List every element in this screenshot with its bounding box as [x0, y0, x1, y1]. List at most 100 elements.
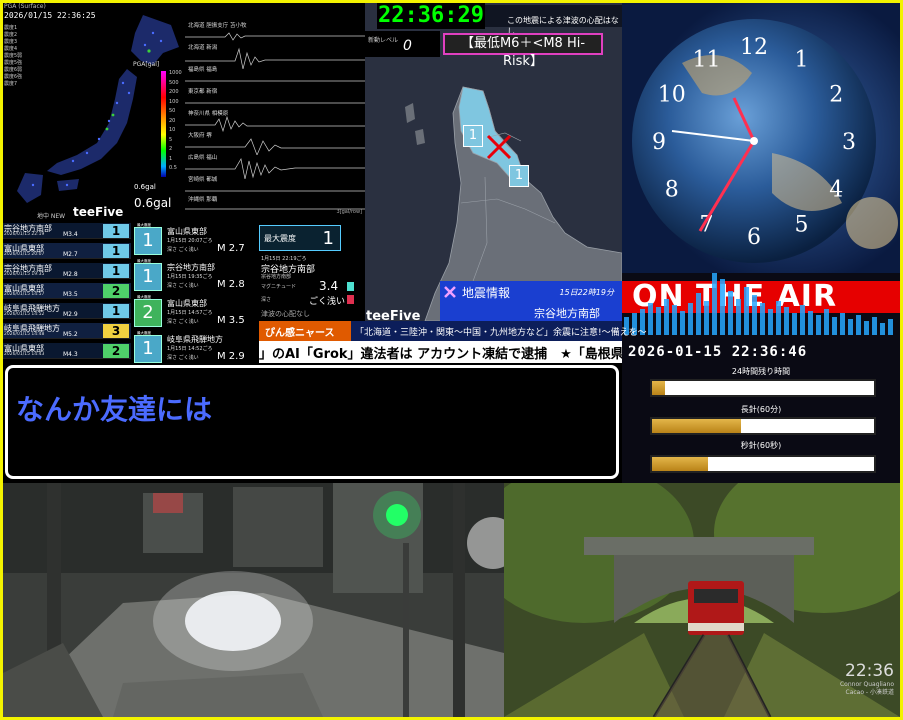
waveform-trace	[185, 102, 365, 104]
street-camera-feed	[3, 483, 504, 717]
quake-magnitude: M2.9	[63, 311, 78, 318]
quake-card-shindo-label: 最大震度	[137, 223, 151, 227]
max-shindo-box: 最大震度 1	[259, 225, 341, 251]
waveform-scale: 3[gal/row]	[336, 209, 363, 215]
subtitle-box: なんか友達には	[5, 365, 619, 479]
street-scene-image	[3, 483, 504, 717]
quake-shindo: 1	[103, 224, 129, 238]
quake-card-date: 1月15日 20:07ごろ	[167, 238, 213, 244]
max-shindo-label: 最大震度	[264, 234, 296, 243]
quake-info-title: 地震情報	[462, 286, 511, 300]
subtitle-text: なんか友達には	[16, 393, 213, 426]
audio-visualizer	[624, 273, 893, 335]
quake-card-shindo-label: 最大震度	[137, 331, 151, 335]
waveform-row: 北海道 新潟	[185, 43, 365, 69]
quake-date: 2026/01/15 14:57	[4, 292, 45, 297]
quake-card-area: 岐阜県飛騨地方	[167, 335, 223, 344]
quake-map-panel: 1 1 22:36:29 この地震による津波の心配はなし 新動レベル 0 【最低…	[365, 3, 622, 324]
quake-card: 1 最大震度 岐阜県飛騨地方 1月15日 14:52ごろ 深さ ごく浅い M 2.9	[131, 331, 259, 366]
stream-layout: PGA (Surface) 2026/01/15 22:36:25 震度1 震度…	[3, 3, 900, 717]
progress-fill	[652, 381, 666, 395]
pga-tick: 0.5	[169, 165, 177, 171]
info-x-icon	[444, 286, 456, 298]
quake-magnitude: M2.8	[63, 271, 78, 278]
on-air-panel: ON THE AIR 2026-01-15 22:36:46 24時間残り時間 …	[622, 273, 900, 483]
camera-caption: Connor Quagliano Cacao - 小湊鉄道	[840, 681, 894, 697]
max-shindo-value: 1	[322, 228, 334, 249]
clock-number: 9	[652, 130, 666, 155]
quake-info-box: 地震情報 15日22時19分 宗谷地方南部	[440, 281, 622, 321]
quake-card-depth: 深さ ごく浅い	[167, 247, 199, 253]
progress-fill	[652, 457, 708, 471]
quake-shindo: 3	[103, 324, 129, 338]
clock-number: 7	[700, 212, 714, 237]
quake-card-mag: M 2.9	[217, 351, 245, 362]
camera-credit: Connor Quagliano	[839, 681, 894, 688]
shindo-marker: 1	[463, 125, 483, 147]
quake-date: 2026/01/15 14:52	[4, 312, 45, 317]
shake-level: 新動レベル 0	[365, 31, 440, 57]
quake-shindo: 1	[103, 264, 129, 278]
news-bar: ぴん感ニャース 「北海道・三陸沖・関東〜中国・九州地方など」余震に注意!〜備えを…	[259, 321, 647, 341]
quake-card-shindo: 1	[134, 263, 162, 291]
quake-history-row: 富山県東部 2026/01/15 14:43 M4.3 2	[3, 343, 131, 359]
shindo-marker: 1	[509, 165, 529, 187]
pga-tick: 20	[169, 117, 176, 124]
quake-shindo: 2	[103, 284, 129, 298]
quake-card-depth: 深さ ごく浅い	[167, 355, 199, 361]
detail-area-sub: 宗谷地方南部	[261, 274, 292, 280]
quake-card-area: 富山県東部	[167, 227, 207, 236]
quake-shindo: 1	[103, 244, 129, 258]
progress-label: 長針(60分)	[740, 405, 782, 414]
quake-detail-panel: 最大震度 1 1月15日 22:19ごろ 宗谷地方南部 宗谷地方南部 マグニチュ…	[259, 221, 365, 321]
clock-number: 11	[693, 48, 721, 73]
quake-date: 2026/01/15 19:35	[4, 272, 45, 277]
news-text: 「北海道・三陸沖・関東〜中国・九州地方など」余震に注意!〜備えを〜	[355, 328, 647, 338]
clock-number: 2	[829, 83, 843, 108]
quake-card-shindo: 1	[134, 227, 162, 255]
quake-clock: 22:36:29	[377, 3, 485, 29]
quake-history-row: 富山県東部 2026/01/15 20:07 M2.7 1	[3, 243, 131, 259]
pga-tick: 1000	[169, 70, 182, 76]
quake-date: 2026/01/15 22:19	[4, 232, 45, 237]
waveform-row: 神奈川県 相模原	[185, 109, 365, 133]
quake-info-time: 15日22時19分	[559, 288, 614, 297]
pga-map-panel: PGA (Surface) 2026/01/15 22:36:25 震度1 震度…	[3, 3, 185, 221]
detail-date: 1月15日 22:19ごろ	[261, 256, 307, 262]
pga-tick: 50	[169, 108, 176, 114]
progress-bar-minute	[650, 417, 876, 435]
clock-number: 4	[829, 178, 843, 203]
pga-tick: 5	[169, 136, 173, 143]
analog-clock: 12 12 3 45 6 78 9 10 11	[632, 19, 898, 263]
waveform-panel: 北海道 胆振支庁 苫小牧 北海道 新潟 福島県 福島 東京都 新宿 神奈川県 相…	[185, 3, 365, 221]
brand-logo: teeFive	[73, 205, 124, 219]
quake-magnitude: M2.7	[63, 251, 78, 258]
quake-card-mag: M 2.7	[217, 243, 245, 254]
quake-info-area: 宗谷地方南部	[534, 307, 600, 320]
detail-mag-label: マグニチュード	[261, 284, 297, 290]
shake-level-value: 0	[403, 38, 412, 54]
quake-card-depth: 深さ ごく浅い	[167, 319, 199, 325]
quake-date: 2026/01/15 20:07	[4, 252, 45, 257]
pga-tick: 100	[169, 98, 179, 105]
detail-depth-value: ごく浅い	[309, 297, 346, 307]
quake-shindo: 2	[103, 344, 129, 358]
quake-magnitude: M3.5	[63, 291, 78, 298]
waveform-row: 宮崎県 都城	[185, 175, 365, 197]
quake-card: 2 最大震度 富山県東部 1月15日 14:57ごろ 深さ ごく浅い M 3.5	[131, 295, 259, 330]
pga-tick: 1	[169, 155, 173, 162]
quake-magnitude: M5.2	[63, 331, 78, 338]
pga-tick: 2	[169, 146, 173, 152]
pga-tick: 500	[169, 79, 179, 86]
clock-number: 5	[795, 212, 809, 237]
clock-number: 1	[795, 48, 809, 73]
camera-location: Cacao - 小湊鉄道	[845, 689, 895, 696]
quake-card-mag: M 2.8	[217, 279, 245, 290]
quake-history-list: 宗谷地方南部 2026/01/15 22:19 M3.4 1 富山県東部 2026/01/…	[3, 221, 131, 363]
waveform-trace	[185, 138, 365, 155]
quake-card-shindo: 1	[134, 335, 162, 363]
epicenter-icon	[486, 134, 512, 160]
news-tag: ぴん感ニャース	[259, 321, 351, 341]
quake-history-row: 宗谷地方南部 2026/01/15 22:19 M3.4 1	[3, 223, 131, 239]
mag-indicator	[347, 282, 354, 291]
